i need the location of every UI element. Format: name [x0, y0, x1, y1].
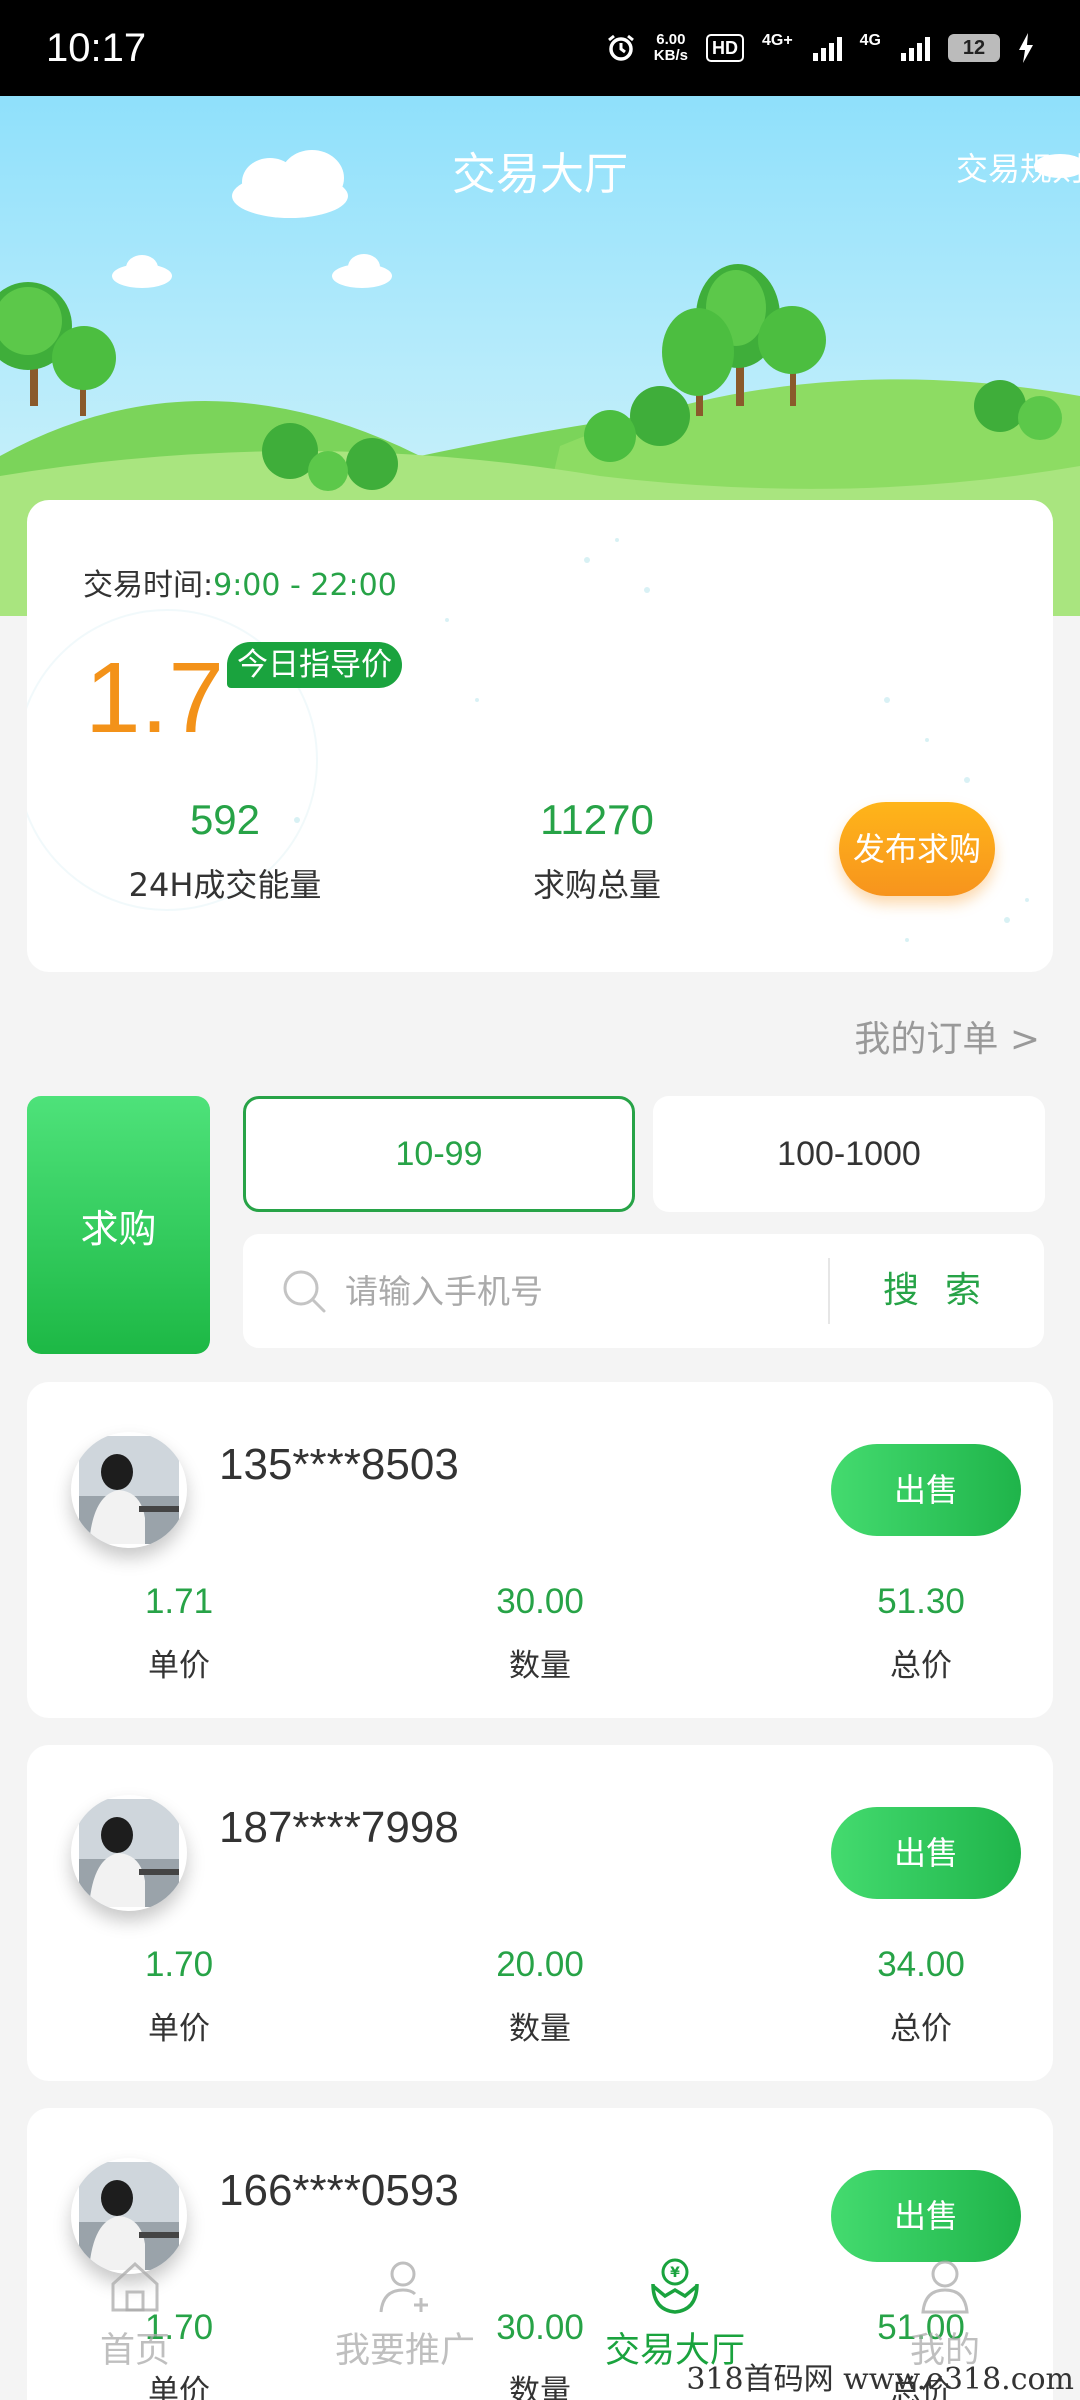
- tab-promote-label: 我要推广: [334, 2331, 475, 2371]
- watermark: 318首码网 www.e318.com: [686, 2362, 1074, 2397]
- quantity-value: 20.00: [496, 1945, 584, 1984]
- quantity-label: 数量: [509, 2011, 571, 2047]
- my-orders-link[interactable]: 我的订单 >: [854, 1010, 1040, 1062]
- trade-time-value: 9:00 - 22:00: [213, 568, 397, 603]
- total-col: 51.30 总价: [801, 1582, 1041, 1685]
- battery-icon: 12: [948, 34, 1000, 62]
- total-value: 51.30: [877, 1582, 965, 1621]
- seller-phone: 135****8503: [219, 1440, 459, 1489]
- status-time: 10:17: [46, 25, 147, 70]
- trade-rules-link[interactable]: 交易规则: [956, 144, 1080, 190]
- network-speed: 6.00 KB/s: [654, 32, 688, 64]
- status-icons: 6.00 KB/s HD 4G+ 4G 12: [606, 32, 1034, 64]
- unit-price-label: 单价: [148, 2011, 210, 2047]
- trade-hall-icon: ¥: [651, 2258, 699, 2314]
- home-icon: [111, 2261, 159, 2312]
- search-button[interactable]: 搜索: [883, 1234, 1007, 1348]
- total-buy-stat: 11270 求购总量: [447, 796, 747, 906]
- unit-price-value: 1.71: [144, 1582, 214, 1621]
- sell-button[interactable]: 出售: [831, 1807, 1021, 1899]
- search-divider: [828, 1258, 830, 1324]
- trade-time-label: 交易时间:: [83, 568, 214, 603]
- svg-text:¥: ¥: [670, 2265, 680, 2281]
- charging-icon: [1019, 33, 1033, 63]
- total-col: 34.00 总价: [801, 1945, 1041, 2048]
- hd-voice-icon: HD: [705, 34, 744, 62]
- range-filter-100-1000[interactable]: 100-1000: [653, 1096, 1045, 1212]
- volume-24h-label: 24H成交能量: [128, 866, 322, 904]
- alarm-icon: [607, 34, 634, 61]
- network-speed-value: 6.00: [656, 31, 686, 48]
- network-type-2: 4G: [859, 32, 881, 49]
- network-type-1: 4G+: [761, 32, 793, 49]
- trade-time: 交易时间:9:00 - 22:00: [83, 560, 397, 604]
- quantity-label: 数量: [509, 1648, 571, 1684]
- publish-buy-button[interactable]: 发布求购: [839, 802, 995, 896]
- avatar: [71, 1432, 187, 1548]
- guide-price: 1.7: [85, 642, 225, 754]
- sell-button[interactable]: 出售: [831, 2170, 1021, 2262]
- guide-price-badge: 今日指导价: [227, 642, 402, 688]
- tab-promote[interactable]: 我要推广: [270, 2250, 540, 2373]
- market-summary-card: 交易时间:9:00 - 22:00 1.7 今日指导价 592 24H成交能量 …: [27, 500, 1053, 972]
- status-bar: 10:17 6.00 KB/s HD 4G+ 4G 12: [0, 0, 1080, 96]
- total-label: 总价: [890, 1648, 952, 1684]
- phone-search-input[interactable]: [345, 1234, 945, 1348]
- seller-phone: 166****0593: [219, 2166, 459, 2215]
- order-card: 187****7998 出售 1.70 单价 20.00 数量 34.00 总价: [27, 1745, 1053, 2081]
- tab-home-label: 首页: [99, 2331, 170, 2371]
- unit-price-col: 1.71 单价: [59, 1582, 299, 1685]
- volume-24h-stat: 592 24H成交能量: [75, 796, 375, 906]
- quantity-col: 20.00 数量: [420, 1945, 660, 2048]
- range-filter-10-99[interactable]: 10-99: [243, 1096, 635, 1212]
- profile-icon: [921, 2260, 969, 2314]
- tab-home[interactable]: 首页: [0, 2250, 270, 2373]
- unit-price-col: 1.70 单价: [59, 1945, 299, 2048]
- avatar: [71, 1795, 187, 1911]
- signal-icon: [901, 35, 930, 61]
- total-label: 总价: [890, 2011, 952, 2047]
- page-title: 交易大厅: [452, 149, 628, 200]
- unit-price-value: 1.70: [144, 1945, 214, 1984]
- signal-icon: [812, 35, 842, 61]
- buy-tab[interactable]: 求购: [27, 1096, 210, 1354]
- network-speed-unit: KB/s: [653, 47, 688, 64]
- quantity-col: 30.00 数量: [420, 1582, 660, 1685]
- order-card: 135****8503 出售 1.71 单价 30.00 数量 51.30 总价: [27, 1382, 1053, 1718]
- total-value: 34.00: [877, 1945, 965, 1984]
- total-buy-value: 11270: [540, 796, 654, 843]
- volume-24h-value: 592: [189, 796, 261, 843]
- trading-hall-screen: 10:17 6.00 KB/s HD 4G+ 4G 12 交易大厅 交易规则 交…: [0, 0, 1080, 2400]
- unit-price-label: 单价: [148, 1648, 210, 1684]
- seller-phone: 187****7998: [219, 1803, 459, 1852]
- search-icon: [283, 1270, 326, 1313]
- user-add-icon: [379, 2261, 428, 2313]
- total-buy-label: 求购总量: [532, 866, 661, 904]
- sell-button[interactable]: 出售: [831, 1444, 1021, 1536]
- search-bar: 搜索: [243, 1234, 1044, 1348]
- quantity-value: 30.00: [496, 1582, 584, 1621]
